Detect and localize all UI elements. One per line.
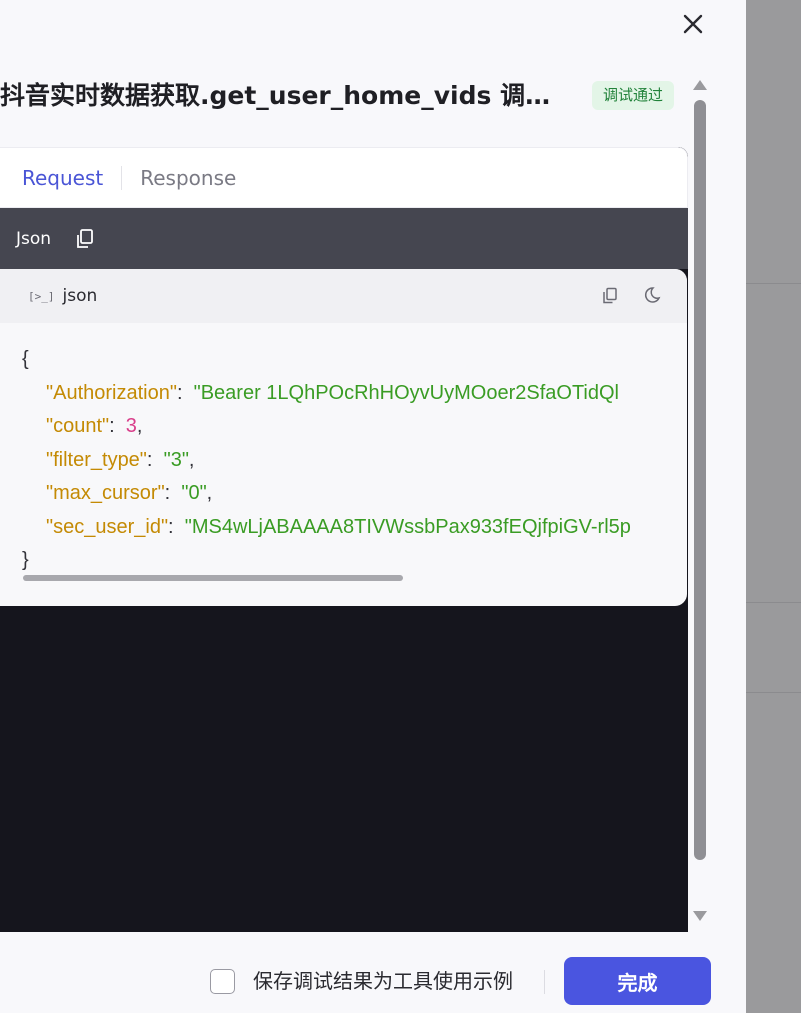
scroll-up-arrow[interactable] [693, 80, 707, 90]
copy-icon [603, 287, 617, 304]
json-toolbar-label: Json [16, 228, 52, 249]
code-line: "sec_user_id": "MS4wLjABAAAA8TIVWssbPax9… [46, 515, 631, 538]
json-string-value: "MS4wLjABAAAA8TIVWssbPax933fEQjfpiGV-rl5… [184, 515, 631, 538]
json-number-value: 3 [125, 415, 137, 437]
code-line: "count": 3, [46, 415, 143, 437]
tab-divider [121, 165, 123, 190]
terminal-icon: [>_] [28, 289, 55, 303]
code-line: } [22, 544, 687, 578]
code-card: [>_] json {"Authorization": "Bearer 1LQ… [0, 269, 687, 606]
save-example-label[interactable]: 保存调试结果为工具使用示例 [253, 966, 513, 996]
copy-code-button[interactable] [602, 287, 618, 305]
code-body[interactable]: { "Authorization": "Bearer 1LQhPOcRhHOyv… [0, 323, 687, 578]
json-string-value: "3" [163, 448, 189, 471]
code-line: "filter_type": "3", [46, 448, 195, 471]
copy-json-button[interactable] [75, 228, 95, 250]
modal-backdrop[interactable] [746, 0, 801, 1013]
drawer-footer: 保存调试结果为工具使用示例 完成 [0, 932, 746, 1013]
drawer-title: 抖音实时数据获取.get_user_home_vids 调试详情 [0, 81, 560, 110]
tab-bar: Request Response [0, 147, 688, 208]
json-key: "sec_user_id" [46, 515, 169, 538]
done-button[interactable]: 完成 [564, 957, 711, 1005]
code-line: "max_cursor": "0", [46, 482, 213, 504]
json-key: "max_cursor" [46, 482, 165, 504]
footer-divider [544, 970, 545, 994]
close-button[interactable] [679, 10, 707, 38]
theme-toggle-button[interactable] [643, 286, 661, 304]
json-toolbar: Json [0, 208, 688, 269]
json-brace-close: } [22, 549, 29, 571]
horizontal-scrollbar[interactable] [23, 575, 403, 581]
backdrop-divider [746, 692, 801, 693]
scroll-down-arrow[interactable] [693, 911, 707, 921]
json-key: "filter_type" [46, 448, 147, 471]
status-badge: 调试通过 [592, 81, 675, 110]
json-string-value: "Bearer 1LQhPOcRhHOyvUyMOoer2SfaOTidQl [193, 381, 619, 404]
tab-request[interactable]: Request [22, 163, 103, 193]
request-panel: Request Response Json [>_] json {"Autho… [0, 147, 688, 932]
json-string-value: "0" [181, 482, 207, 504]
tab-response[interactable]: Response [140, 163, 236, 193]
close-icon [683, 14, 703, 34]
save-example-checkbox[interactable] [210, 969, 235, 994]
moon-icon [644, 287, 661, 303]
json-brace-open: { [22, 348, 29, 370]
vertical-scrollbar-thumb[interactable] [694, 100, 706, 860]
debug-drawer: 抖音实时数据获取.get_user_home_vids 调试详情 调试通过 Re… [0, 0, 746, 1013]
backdrop-divider [746, 283, 801, 284]
json-key: "count" [46, 415, 110, 437]
code-language: json [62, 286, 98, 306]
code-line: "Authorization": "Bearer 1LQhPOcRhHOyvUy… [46, 381, 619, 404]
json-key: "Authorization" [46, 381, 177, 404]
copy-icon [77, 228, 93, 248]
code-line: { [22, 343, 687, 377]
backdrop-divider [746, 602, 801, 603]
code-card-header: [>_] json [0, 269, 687, 323]
